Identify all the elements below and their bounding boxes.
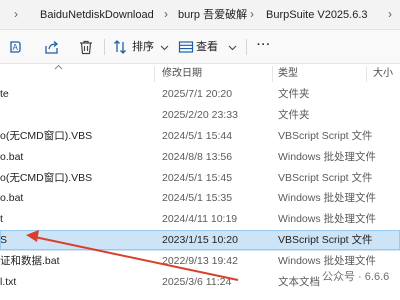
view-button[interactable]: 查看 (178, 38, 240, 56)
file-type: 文件夹 (278, 108, 310, 121)
file-name: o.bat (0, 192, 24, 205)
file-date: 2025/2/20 23:33 (162, 108, 238, 121)
file-type: VBScript Script 文件 (278, 234, 373, 247)
sort-chevron-up-icon (54, 64, 63, 70)
file-row[interactable]: o.bat 2024/8/8 13:56 Windows 批处理文件 (0, 147, 400, 168)
sort-button[interactable]: 排序 (112, 38, 170, 56)
file-type: 文件夹 (278, 88, 310, 100)
breadcrumb-burp[interactable]: burp 吾爱破解 (178, 8, 247, 22)
file-name: o.bat (0, 150, 24, 163)
share-icon[interactable] (44, 38, 60, 56)
file-type: Windows 批处理文件 (278, 192, 377, 205)
file-date: 2023/1/15 10:20 (162, 234, 238, 247)
file-type: Windows 批处理文件 (278, 213, 377, 226)
column-type[interactable]: 类型 (278, 68, 298, 80)
file-name: S (0, 234, 8, 247)
sort-icon (114, 40, 126, 54)
delete-icon[interactable] (78, 38, 94, 56)
file-date: 2025/3/6 11:24 (162, 276, 232, 289)
column-divider[interactable] (366, 66, 367, 82)
file-date: 2024/5/1 15:45 (162, 171, 233, 184)
column-date-modified[interactable]: 修改日期 (162, 68, 202, 80)
svg-text:A: A (13, 43, 19, 52)
chevron-down-icon (160, 45, 169, 51)
column-divider[interactable] (272, 66, 273, 82)
column-divider[interactable] (154, 66, 155, 82)
address-bar[interactable]: › BaiduNetdiskDownload › burp 吾爱破解 › Bur… (0, 0, 400, 30)
column-header-row: 修改日期 类型 大小 (0, 64, 400, 84)
file-date: 2024/8/8 13:56 (162, 150, 233, 163)
breadcrumb-separator: › (164, 7, 168, 21)
breadcrumb-separator: › (14, 7, 18, 21)
file-row[interactable]: o(无CMD窗口).VBS 2024/5/1 15:45 VBScript Sc… (0, 168, 400, 189)
file-type: VBScript Script 文件 (278, 129, 373, 142)
file-date: 2024/5/1 15:35 (162, 192, 233, 205)
file-name: o(无CMD窗口).VBS (0, 171, 93, 184)
sort-label: 排序 (132, 41, 154, 53)
breadcrumb-burpsuite[interactable]: BurpSuite V2025.6.3 (266, 8, 368, 22)
file-name: l.txt (0, 276, 17, 289)
file-row[interactable]: 2025/2/20 23:33 文件夹 (0, 105, 400, 126)
file-row[interactable]: o(无CMD窗口).VBS 2024/5/1 15:44 VBScript Sc… (0, 126, 400, 147)
breadcrumb-baidunetdisk[interactable]: BaiduNetdiskDownload (40, 8, 154, 22)
chevron-down-icon (228, 45, 237, 51)
file-row[interactable]: o.bat 2024/5/1 15:35 Windows 批处理文件 (0, 188, 400, 209)
watermark-text: 公众号 · 6.6.6 (322, 271, 390, 283)
column-size[interactable]: 大小 (373, 68, 393, 80)
file-type: Windows 批处理文件 (278, 150, 377, 163)
file-row-selected[interactable]: S 2023/1/15 10:20 VBScript Script 文件 (0, 230, 400, 252)
file-row[interactable]: t 2024/4/11 10:19 Windows 批处理文件 (0, 209, 400, 230)
breadcrumb-separator: › (250, 7, 254, 21)
command-bar: A 排序 查看 ··· (0, 30, 400, 64)
view-label: 查看 (196, 41, 218, 53)
file-date: 2025/7/1 20:20 (162, 88, 233, 100)
toolbar-divider (246, 39, 247, 55)
more-options-button[interactable]: ··· (257, 38, 271, 52)
file-row[interactable]: te 2025/7/1 20:20 文件夹 (0, 84, 400, 105)
view-icon (178, 41, 194, 53)
file-name: o(无CMD窗口).VBS (0, 129, 93, 142)
file-list: te 2025/7/1 20:20 文件夹 2025/2/20 23:33 文件… (0, 84, 400, 293)
file-date: 2024/5/1 15:44 (162, 129, 233, 142)
file-name: 证和数据.bat (0, 255, 60, 268)
file-name: te (0, 88, 9, 100)
file-date: 2024/4/11 10:19 (162, 213, 238, 226)
rename-icon[interactable]: A (8, 38, 24, 56)
breadcrumb-separator: › (388, 7, 392, 21)
toolbar-divider (104, 39, 105, 55)
file-date: 2022/9/13 19:42 (162, 255, 238, 268)
file-type: VBScript Script 文件 (278, 171, 373, 184)
file-name: t (0, 213, 3, 226)
file-type: 文本文档 (278, 276, 320, 289)
